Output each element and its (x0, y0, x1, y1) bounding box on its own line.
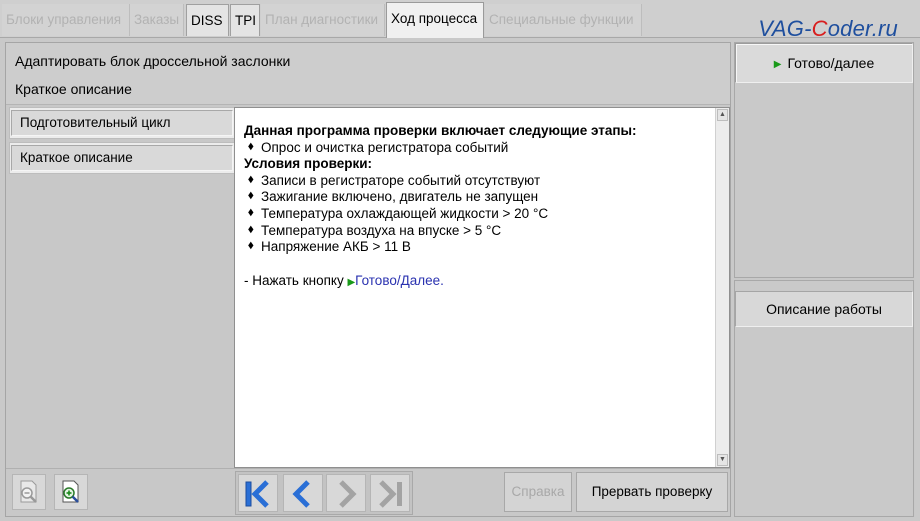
right-panel: ▶ Готово/далее Описание работы (734, 42, 915, 517)
description-content: Данная программа проверки включает следу… (234, 107, 730, 468)
list-item: Температура воздуха на впуске > 5 °C (244, 223, 707, 240)
list-item: Температура охлаждающей жидкости > 20 °C (244, 206, 707, 223)
zoom-out-icon (20, 480, 37, 503)
next-step-button (326, 474, 366, 512)
first-step-button[interactable] (238, 474, 278, 512)
tab-control-units: Блоки управления (2, 4, 130, 36)
list-item: Зажигание включено, двигатель не запущен (244, 189, 707, 206)
tab-special-functions: Специальные функции (485, 4, 642, 36)
scroll-down-arrow-icon[interactable]: ▼ (717, 454, 728, 466)
vertical-scrollbar[interactable]: ▲ ▼ (715, 108, 729, 467)
stages-heading: Данная программа проверки включает следу… (244, 123, 637, 138)
scroll-up-arrow-icon[interactable]: ▲ (717, 109, 728, 121)
nav-item-short-description[interactable]: Краткое описание (11, 145, 233, 171)
last-step-button (370, 474, 410, 512)
job-description-button[interactable]: Описание работы (735, 291, 913, 327)
conditions-heading: Условия проверки: (244, 156, 372, 172)
right-top-panel: ▶ Готово/далее (734, 42, 914, 278)
play-arrow-icon: ▶ (773, 59, 782, 70)
zoom-in-icon (62, 480, 79, 503)
tab-orders: Заказы (130, 4, 184, 36)
press-instruction: - Нажать кнопку ▶Готово/Далее. (244, 272, 444, 288)
procedure-title: Адаптировать блок дроссельной заслонки (15, 53, 291, 69)
bottom-toolbar: Справка Прервать проверку (6, 468, 730, 516)
right-bottom-panel: Описание работы (734, 280, 914, 517)
procedure-header: Адаптировать блок дроссельной заслонки К… (6, 43, 730, 105)
play-arrow-icon: ▶ (347, 276, 356, 288)
watermark: VAG-Coder.ru (758, 16, 898, 41)
tab-diagnostic-plan: План диагностики (261, 4, 385, 36)
tab-process-progress[interactable]: Ход процесса (386, 2, 484, 38)
tab-bar: Блоки управления Заказы DISS TPI План ди… (0, 0, 920, 41)
skip-first-icon (245, 480, 269, 508)
zoom-out-button[interactable] (12, 474, 46, 510)
tab-diss[interactable]: DISS (186, 4, 229, 36)
chevron-right-icon (339, 480, 357, 508)
main-panel: Адаптировать блок дроссельной заслонки К… (5, 42, 731, 517)
help-button: Справка (504, 472, 572, 512)
abort-test-button[interactable]: Прервать проверку (576, 472, 728, 512)
procedure-subtitle: Краткое описание (15, 81, 132, 97)
ready-link: Готово/Далее. (355, 272, 444, 288)
skip-last-icon (379, 480, 402, 508)
zoom-in-button[interactable] (54, 474, 88, 510)
list-item: Напряжение АКБ > 11 В (244, 239, 707, 256)
previous-step-button[interactable] (283, 474, 323, 512)
ready-next-button[interactable]: ▶ Готово/далее (735, 43, 913, 83)
tab-tpi[interactable]: TPI (230, 4, 260, 36)
list-item: Опрос и очистка регистратора событий (244, 140, 707, 157)
list-item: Записи в регистраторе событий отсутствую… (244, 173, 707, 190)
nav-item-preparatory-cycle[interactable]: Подготовительный цикл (11, 110, 233, 136)
chevron-left-icon (292, 480, 310, 508)
